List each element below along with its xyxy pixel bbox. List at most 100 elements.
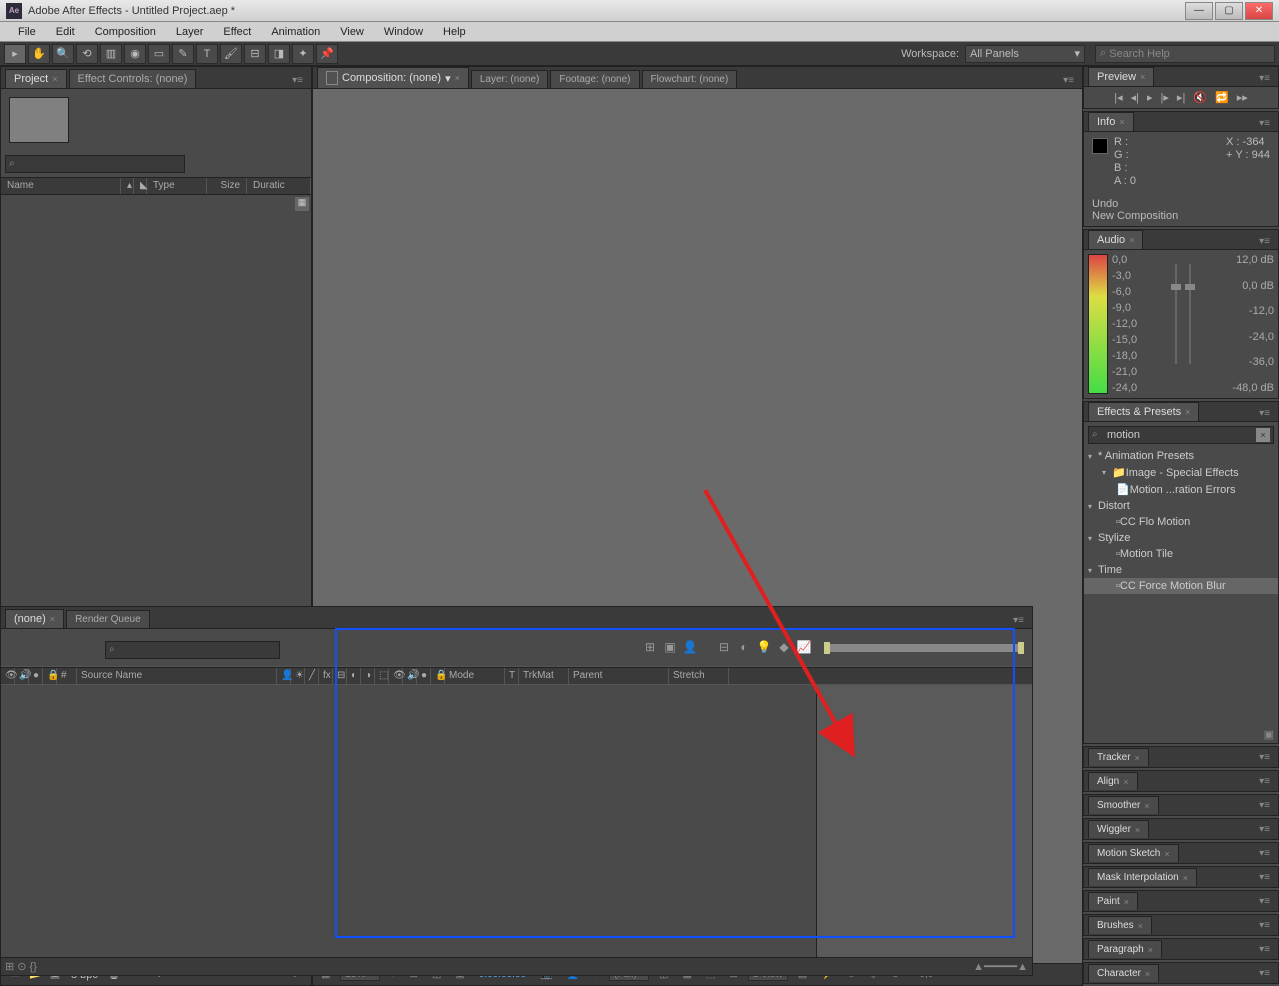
col-stretch[interactable]: Stretch [669, 668, 729, 684]
pan-behind-tool[interactable]: ◉ [124, 44, 146, 64]
close-icon[interactable]: × [1144, 801, 1149, 811]
play-icon[interactable]: ▸ [1147, 91, 1153, 104]
tree-time[interactable]: ▾Time [1084, 562, 1278, 578]
hide-shy-icon[interactable]: 👤 [682, 640, 698, 656]
panel-menu-icon[interactable]: ▾≡ [1255, 406, 1274, 421]
maximize-button[interactable]: ▢ [1215, 2, 1243, 20]
close-icon[interactable]: × [1123, 777, 1128, 787]
close-icon[interactable]: × [1135, 825, 1140, 835]
tree-animation-presets[interactable]: ▾* Animation Presets [1084, 448, 1278, 464]
close-button[interactable]: ✕ [1245, 2, 1273, 20]
pen-tool[interactable]: ✎ [172, 44, 194, 64]
roto-tool[interactable]: ✦ [292, 44, 314, 64]
col-parent[interactable]: Parent [569, 668, 669, 684]
panel-tab[interactable]: Align× [1088, 772, 1138, 790]
col-name[interactable]: Name [1, 178, 121, 194]
close-icon[interactable]: × [1145, 969, 1150, 979]
puppet-tool[interactable]: 📌 [316, 44, 338, 64]
col-solo2-icon[interactable]: ● [417, 668, 431, 684]
flowchart-tab[interactable]: Flowchart: (none) [642, 70, 738, 88]
motion-blur-icon[interactable]: ◐ [736, 640, 752, 656]
camera-tool[interactable]: ▥ [100, 44, 122, 64]
close-icon[interactable]: × [50, 614, 55, 624]
ram-preview-icon[interactable]: ▸▸ [1237, 91, 1248, 104]
collapsed-panel-paint[interactable]: Paint×▾≡ [1083, 890, 1279, 912]
panel-menu-icon[interactable]: ▾≡ [1255, 918, 1274, 933]
brainstorm-icon[interactable]: 💡 [756, 640, 772, 656]
close-icon[interactable]: × [1140, 72, 1145, 82]
menu-window[interactable]: Window [374, 23, 433, 41]
panel-menu-icon[interactable]: ▾≡ [1059, 73, 1078, 88]
panel-menu-icon[interactable]: ▾≡ [1255, 750, 1274, 765]
col-video-icon[interactable]: 👁 [1, 668, 15, 684]
menu-composition[interactable]: Composition [85, 23, 166, 41]
close-icon[interactable]: × [1135, 753, 1140, 763]
panel-tab[interactable]: Character× [1088, 964, 1159, 982]
col-solo-icon[interactable]: ● [29, 668, 43, 684]
prev-frame-icon[interactable]: ◂| [1131, 91, 1139, 104]
tree-image-special-effects[interactable]: ▾📁 Image - Special Effects [1084, 464, 1278, 481]
col-lock2-icon[interactable]: 🔒 [431, 668, 445, 684]
sort-icon[interactable]: ▴ [121, 178, 134, 194]
workspace-dropdown[interactable]: All Panels ▾ [965, 45, 1085, 63]
panel-menu-icon[interactable]: ▾≡ [1255, 116, 1274, 131]
tree-cc-flo-motion[interactable]: ▫ CC Flo Motion [1084, 514, 1278, 530]
close-icon[interactable]: × [1185, 407, 1190, 417]
collapsed-panel-align[interactable]: Align×▾≡ [1083, 770, 1279, 792]
col-audio2-icon[interactable]: 🔊 [403, 668, 417, 684]
close-icon[interactable]: × [455, 73, 460, 83]
col-fx-icon[interactable]: fx [319, 668, 333, 684]
panel-menu-icon[interactable]: ▾≡ [1009, 613, 1028, 628]
panel-tab[interactable]: Tracker× [1088, 748, 1149, 766]
col-audio-icon[interactable]: 🔊 [15, 668, 29, 684]
timeline-search-input[interactable] [105, 641, 280, 659]
close-icon[interactable]: × [1164, 849, 1169, 859]
auto-keyframe-icon[interactable]: ◆ [776, 640, 792, 656]
effect-controls-tab[interactable]: Effect Controls: (none) [69, 69, 197, 88]
tree-motion-tile[interactable]: ▫ Motion Tile [1084, 546, 1278, 562]
project-tab[interactable]: Project × [5, 69, 67, 88]
frame-blend-icon[interactable]: ⊟ [716, 640, 732, 656]
tree-motion-registration-errors[interactable]: 📄 Motion ...ration Errors [1084, 481, 1278, 498]
draft-3d-icon[interactable]: ▣ [662, 640, 678, 656]
hand-tool[interactable]: ✋ [28, 44, 50, 64]
search-help-input[interactable]: ⌕ Search Help [1095, 45, 1275, 63]
eraser-tool[interactable]: ◨ [268, 44, 290, 64]
col-shy-icon[interactable]: 👤 [277, 668, 291, 684]
footage-tab[interactable]: Footage: (none) [550, 70, 639, 88]
composition-tab[interactable]: Composition: (none) ▾ × [317, 67, 469, 88]
flowchart-icon[interactable]: ▦ [295, 197, 309, 211]
effects-search-input[interactable] [1088, 426, 1274, 444]
panel-tab[interactable]: Brushes× [1088, 916, 1152, 934]
close-icon[interactable]: × [52, 74, 57, 84]
close-icon[interactable]: × [1124, 897, 1129, 907]
timeline-tab-none[interactable]: (none) × [5, 609, 64, 628]
collapsed-panel-wiggler[interactable]: Wiggler×▾≡ [1083, 818, 1279, 840]
panel-tab[interactable]: Paragraph× [1088, 940, 1162, 958]
tree-stylize[interactable]: ▾Stylize [1084, 530, 1278, 546]
audio-slider-right[interactable] [1189, 264, 1191, 364]
close-icon[interactable]: × [1148, 945, 1153, 955]
collapsed-panel-tracker[interactable]: Tracker× ▾≡ [1083, 746, 1279, 768]
collapsed-panel-character[interactable]: Character× ▾≡ [1083, 962, 1279, 984]
col-adjustment-icon[interactable]: ◑ [361, 668, 375, 684]
panel-menu-icon[interactable]: ▾≡ [288, 73, 307, 88]
tree-cc-force-motion-blur[interactable]: ▫ CC Force Motion Blur [1084, 578, 1278, 594]
clear-search-icon[interactable]: × [1256, 428, 1270, 442]
panel-menu-icon[interactable]: ▾≡ [1255, 966, 1274, 981]
comp-mini-flowchart-icon[interactable]: ⊞ [642, 640, 658, 656]
close-icon[interactable]: × [1138, 921, 1143, 931]
panel-menu-icon[interactable]: ▾≡ [1255, 870, 1274, 885]
menu-edit[interactable]: Edit [46, 23, 85, 41]
work-area-end[interactable] [1018, 642, 1024, 654]
panel-tab[interactable]: Mask Interpolation× [1088, 868, 1197, 886]
menu-view[interactable]: View [330, 23, 374, 41]
panel-tab[interactable]: Paint× [1088, 892, 1138, 910]
panel-tab[interactable]: Smoother× [1088, 796, 1159, 814]
tag-icon[interactable]: ◣ [134, 178, 147, 194]
info-tab[interactable]: Info × [1088, 112, 1134, 131]
audio-tab[interactable]: Audio × [1088, 230, 1143, 249]
menu-effect[interactable]: Effect [213, 23, 261, 41]
work-area-start[interactable] [824, 642, 830, 654]
collapsed-panel-smoother[interactable]: Smoother×▾≡ [1083, 794, 1279, 816]
